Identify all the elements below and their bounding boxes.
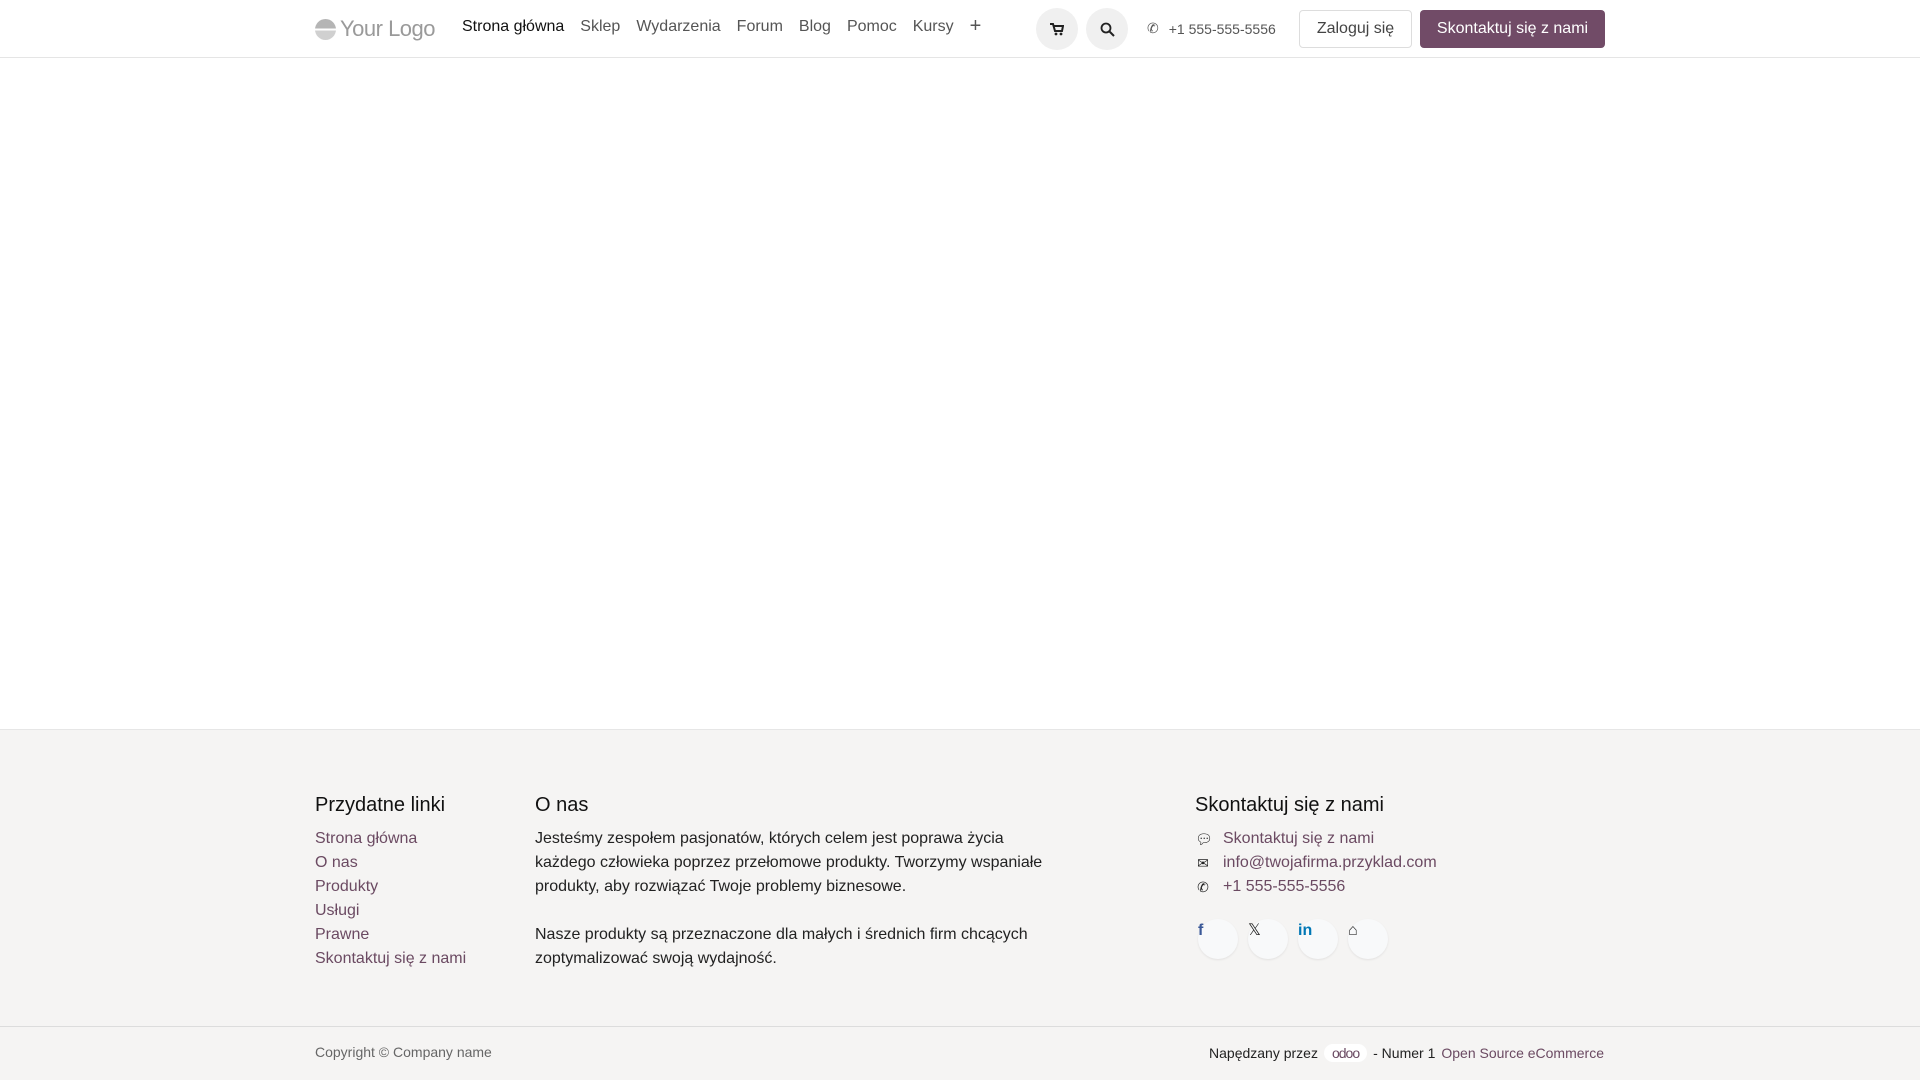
linkedin-icon[interactable]: in xyxy=(1298,919,1338,959)
home-icon[interactable]: ⌂ xyxy=(1348,919,1388,959)
email-link[interactable]: info@twojafirma.przyklad.com xyxy=(1223,851,1437,875)
contact-us-button[interactable]: Skontaktuj się z nami xyxy=(1420,10,1605,48)
nav-shop[interactable]: Sklep xyxy=(580,18,620,36)
phone-number: +1 555-555-5556 xyxy=(1168,20,1276,37)
cart-icon xyxy=(1050,22,1064,35)
add-menu-icon[interactable]: + xyxy=(970,16,982,36)
main-nav: Strona główna Sklep Wydarzenia Forum Blo… xyxy=(462,16,982,36)
social-links: f 𝕏 in ⌂ xyxy=(1198,919,1437,959)
logo-text: Your Logo xyxy=(340,16,436,41)
nav-courses[interactable]: Kursy xyxy=(913,18,954,36)
login-button[interactable]: Zaloguj się xyxy=(1299,10,1412,48)
nav-blog[interactable]: Blog xyxy=(799,18,831,36)
contact-section: Skontaktuj się z nami 💬︎ Skontaktuj się z… xyxy=(1195,794,1437,959)
odoo-logo[interactable]: odoo xyxy=(1323,1044,1368,1062)
logo-icon xyxy=(315,18,336,40)
footer-link-contact[interactable]: Skontaktuj się z nami xyxy=(315,947,466,971)
phone-link[interactable]: +1 555-555-5556 xyxy=(1223,875,1345,899)
phone-icon: ✆ xyxy=(1197,878,1209,895)
nav-events[interactable]: Wydarzenia xyxy=(636,18,720,36)
nav-home[interactable]: Strona główna xyxy=(462,18,564,36)
envelope-icon: ✉ xyxy=(1197,854,1209,871)
ecommerce-link[interactable]: Open Source eCommerce xyxy=(1441,1045,1604,1061)
about-title: O nas xyxy=(535,794,589,816)
footer-link-products[interactable]: Produkty xyxy=(315,875,466,899)
site-header: Your Logo Strona główna Sklep Wydarzenia… xyxy=(0,0,1920,58)
contact-title: Skontaktuj się z nami xyxy=(1195,794,1384,816)
footer-link-legal[interactable]: Prawne xyxy=(315,923,466,947)
logo[interactable]: Your Logo xyxy=(315,16,436,42)
nav-forum[interactable]: Forum xyxy=(737,18,783,36)
useful-links: Przydatne linki Strona główna O nas Prod… xyxy=(315,794,466,971)
footer-link-services[interactable]: Usługi xyxy=(315,899,466,923)
footer-link-about[interactable]: O nas xyxy=(315,851,466,875)
copyright: Copyright © Company name xyxy=(315,1044,492,1060)
powered-label: Napędzany przez xyxy=(1209,1045,1318,1061)
footer: Przydatne linki Strona główna O nas Prod… xyxy=(0,729,1920,1080)
powered-by: Napędzany przez odoo - Numer 1 Open Sour… xyxy=(1209,1044,1604,1062)
footer-link-home[interactable]: Strona główna xyxy=(315,827,466,851)
comment-icon: 💬︎ xyxy=(1195,830,1213,847)
search-icon xyxy=(1100,22,1115,37)
cart-button[interactable] xyxy=(1036,8,1078,50)
facebook-icon[interactable]: f xyxy=(1198,919,1238,959)
footer-bottom: Copyright © Company name Napędzany przez… xyxy=(0,1026,1920,1081)
header-phone[interactable]: ✆ +1 555-555-5556 xyxy=(1147,20,1276,37)
search-button[interactable] xyxy=(1086,8,1128,50)
nav-help[interactable]: Pomoc xyxy=(847,18,897,36)
about-section: O nas Jesteśmy zespołem pasjonatów, któr… xyxy=(535,794,1055,971)
number-one-text: - Numer 1 xyxy=(1373,1045,1436,1061)
contact-link[interactable]: Skontaktuj się z nami xyxy=(1223,827,1374,851)
useful-links-title: Przydatne linki xyxy=(315,794,446,816)
x-twitter-icon[interactable]: 𝕏 xyxy=(1248,919,1288,959)
about-text: Jesteśmy zespołem pasjonatów, których ce… xyxy=(535,830,1043,895)
phone-icon: ✆ xyxy=(1147,20,1159,36)
about-text-2: Nasze produkty są przeznaczone dla małyc… xyxy=(535,926,1028,967)
